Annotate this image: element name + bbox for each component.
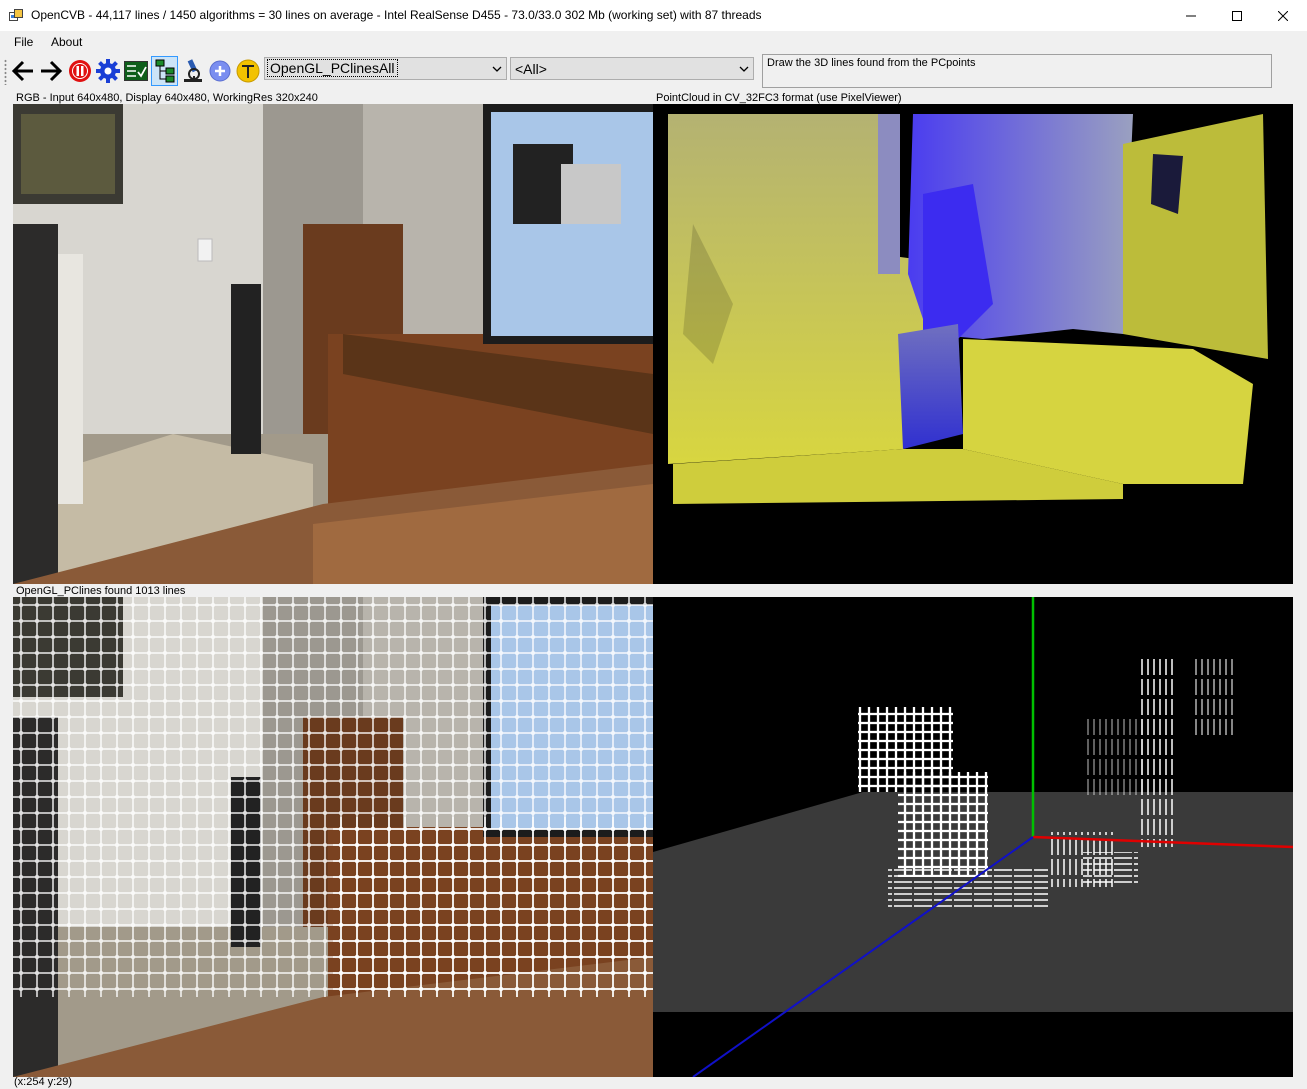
opengl-view[interactable] <box>653 597 1293 1077</box>
microscope-button[interactable] <box>181 58 205 84</box>
minimize-icon <box>1186 15 1196 16</box>
plus-icon <box>209 60 231 82</box>
microscope-icon <box>184 59 202 82</box>
menu-about[interactable]: About <box>51 35 82 49</box>
algorithm-select[interactable]: OpenGL_PClinesAll <box>264 57 507 80</box>
translate-icon <box>236 59 260 83</box>
forward-arrow-icon <box>41 60 63 82</box>
chevron-down-icon <box>739 66 749 72</box>
pause-button[interactable] <box>68 58 92 84</box>
tree-view-icon <box>155 59 174 83</box>
group-select[interactable]: <All> <box>510 57 754 80</box>
algorithm-description: Draw the 3D lines found from the PCpoint… <box>762 54 1272 88</box>
chevron-down-icon <box>492 66 502 72</box>
result-panel-label: OpenGL_PClines found 1013 lines <box>16 585 186 597</box>
close-icon <box>1278 10 1288 21</box>
test-all-button[interactable] <box>124 58 148 84</box>
title-bar: OpenCVB - 44,117 lines / 1450 algorithms… <box>0 0 1307 31</box>
test-all-icon <box>124 61 148 81</box>
pointcloud-panel-label: PointCloud in CV_32FC3 format (use Pixel… <box>656 92 902 104</box>
back-button[interactable] <box>11 58 35 84</box>
forward-button[interactable] <box>39 58 63 84</box>
pointcloud-image[interactable] <box>653 104 1293 584</box>
add-button[interactable] <box>208 58 232 84</box>
maximize-button[interactable] <box>1214 0 1260 31</box>
algorithm-description-text: Draw the 3D lines found from the PCpoint… <box>767 57 976 69</box>
toolbar-grip[interactable] <box>4 59 7 85</box>
group-select-value: <All> <box>515 61 547 77</box>
maximize-icon <box>1232 10 1242 21</box>
minimize-button[interactable] <box>1168 0 1214 31</box>
pause-icon <box>69 60 91 82</box>
menu-bar: File About <box>0 31 1307 53</box>
gear-icon <box>96 59 120 83</box>
app-icon <box>9 9 23 21</box>
menu-file[interactable]: File <box>14 35 33 49</box>
window-title: OpenCVB - 44,117 lines / 1450 algorithms… <box>31 8 762 22</box>
algorithm-select-value: OpenGL_PClinesAll <box>267 59 398 77</box>
close-button[interactable] <box>1260 0 1306 31</box>
tree-view-button[interactable] <box>151 56 178 86</box>
translate-button[interactable] <box>236 58 260 84</box>
rgb-image[interactable] <box>13 104 653 584</box>
status-coordinates: (x:254 y:29) <box>14 1076 73 1088</box>
settings-button[interactable] <box>96 58 120 84</box>
pclines-overlay-image[interactable] <box>13 597 653 1077</box>
rgb-panel-label: RGB - Input 640x480, Display 640x480, Wo… <box>16 92 318 104</box>
back-arrow-icon <box>11 60 33 82</box>
